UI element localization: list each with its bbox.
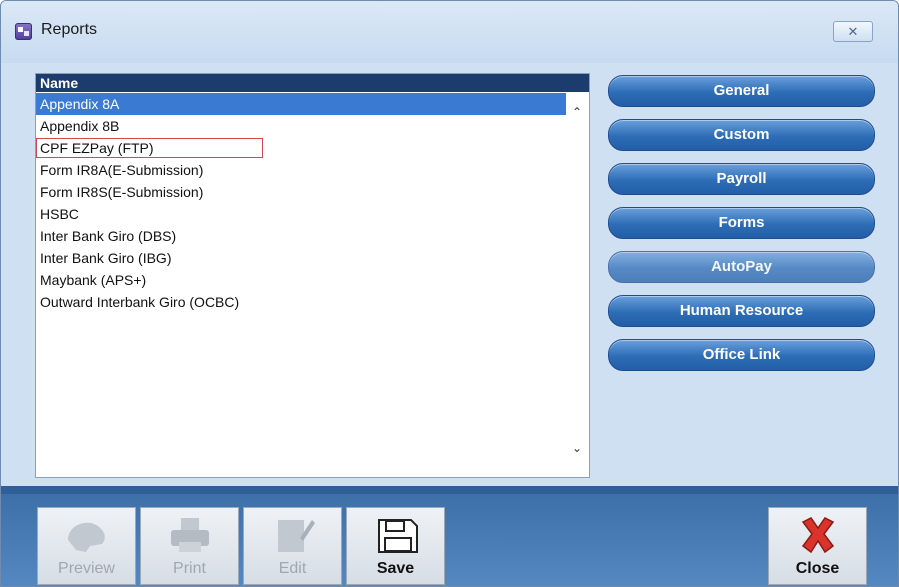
category-custom-button[interactable]: Custom (608, 119, 875, 151)
list-item[interactable]: Outward Interbank Giro (OCBC) (36, 291, 566, 313)
preview-button[interactable]: Preview (37, 507, 136, 585)
list-item-label: Outward Interbank Giro (OCBC) (40, 294, 240, 310)
edit-icon (278, 520, 315, 552)
category-office-link-button[interactable]: Office Link (608, 339, 875, 371)
list-item[interactable]: HSBC (36, 203, 566, 225)
category-payroll-button[interactable]: Payroll (608, 163, 875, 195)
bottom-toolbar: Preview Print Edit Save Close (1, 486, 898, 586)
list-item[interactable]: Inter Bank Giro (DBS) (36, 225, 566, 247)
list-item-label: Form IR8A(E-Submission) (40, 162, 204, 178)
list-item[interactable]: Form IR8S(E-Submission) (36, 181, 566, 203)
toolbar-panel: Preview Print Edit Save Close (1, 494, 898, 586)
list-item-label: CPF EZPay (FTP) (36, 138, 263, 158)
list-item[interactable]: Form IR8A(E-Submission) (36, 159, 566, 181)
window-title: Reports (41, 21, 98, 38)
list-item[interactable]: Inter Bank Giro (IBG) (36, 247, 566, 269)
list-item-label: Inter Bank Giro (DBS) (40, 228, 177, 244)
list-item-label: Maybank (APS+) (40, 272, 147, 288)
list-item-label: HSBC (40, 206, 79, 222)
scroll-down-chevron-icon[interactable]: ⌄ (566, 441, 588, 461)
list-scrollbar[interactable]: ⌃ ⌄ (566, 93, 588, 476)
reports-list-items: Appendix 8A Appendix 8B CPF EZPay (FTP) … (36, 93, 566, 313)
list-item[interactable]: Appendix 8B (36, 115, 566, 137)
category-human-resource-button[interactable]: Human Resource (608, 295, 875, 327)
close-label: Close (795, 560, 840, 577)
category-autopay-button[interactable]: AutoPay (608, 251, 875, 283)
list-item[interactable]: Appendix 8A (36, 93, 566, 115)
floppy-disk-icon (378, 519, 418, 553)
red-x-icon (801, 517, 835, 554)
list-item-label: Appendix 8A (40, 96, 120, 112)
print-button[interactable]: Print (140, 507, 239, 585)
preview-label: Preview (58, 560, 115, 577)
print-icon (171, 518, 209, 552)
list-item-label: Appendix 8B (40, 118, 120, 134)
list-item[interactable]: Maybank (APS+) (36, 269, 566, 291)
save-button[interactable]: Save (346, 507, 445, 585)
reports-app-icon (15, 23, 32, 40)
edit-button[interactable]: Edit (243, 507, 342, 585)
save-label: Save (376, 560, 415, 577)
reports-list[interactable]: Name Appendix 8A Appendix 8B CPF EZPay (… (35, 73, 590, 478)
scroll-up-chevron-icon[interactable]: ⌃ (566, 105, 588, 125)
window-close-button[interactable]: ✕ (833, 21, 873, 42)
list-item-label: Form IR8S(E-Submission) (40, 184, 204, 200)
title-bar: Reports ✕ (1, 1, 898, 63)
list-header-name[interactable]: Name (36, 74, 589, 92)
category-forms-button[interactable]: Forms (608, 207, 875, 239)
dialog-body: Name Appendix 8A Appendix 8B CPF EZPay (… (9, 64, 890, 485)
preview-icon (68, 522, 105, 552)
category-general-button[interactable]: General (608, 75, 875, 107)
list-item-label: Inter Bank Giro (IBG) (40, 250, 172, 266)
list-item[interactable]: CPF EZPay (FTP) (36, 137, 566, 159)
print-label: Print (173, 560, 206, 577)
close-button[interactable]: Close (768, 507, 867, 585)
reports-window: Reports ✕ Name Appendix 8A Appendix 8B C… (0, 0, 899, 587)
edit-label: Edit (278, 560, 307, 577)
